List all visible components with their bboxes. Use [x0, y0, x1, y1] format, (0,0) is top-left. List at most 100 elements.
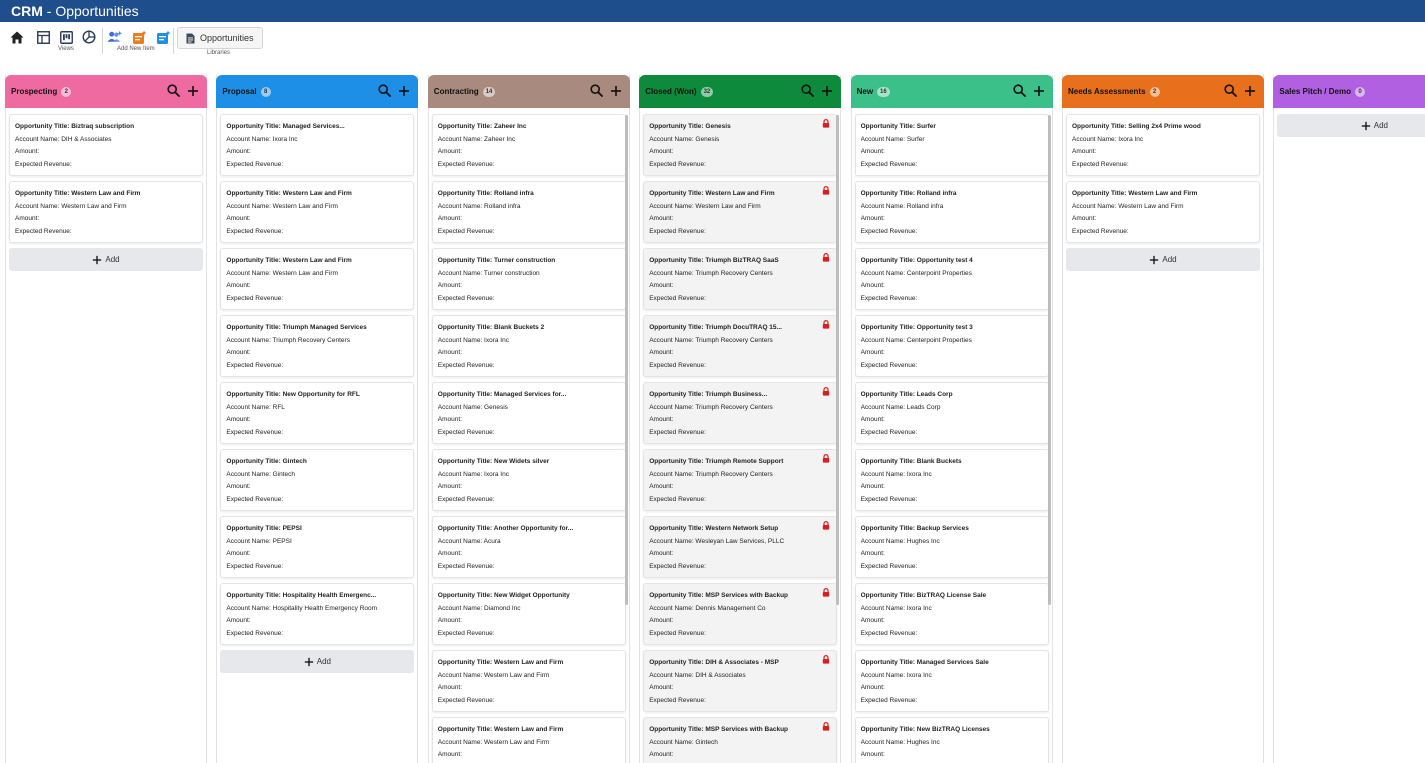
home-icon[interactable] — [9, 29, 25, 45]
opportunity-card[interactable]: Opportunity Title: New Widets silver Acco… — [431, 449, 626, 511]
search-icon[interactable] — [590, 84, 603, 97]
expected-revenue-field: Expected Revenue: — [860, 160, 918, 168]
opportunity-card[interactable]: Opportunity Title: Surfer Account Name: S… — [854, 114, 1049, 176]
opportunity-title: Opportunity Title: Surfer — [860, 123, 936, 130]
opportunity-card[interactable]: Opportunity Title: Leads Corp Account Nam… — [854, 382, 1049, 444]
opportunity-card[interactable]: Opportunity Title: BizTRAQ License Sale A… — [854, 583, 1049, 645]
opportunity-card[interactable]: Opportunity Title: Western Law and Firm A… — [220, 181, 415, 243]
opportunity-card[interactable]: Opportunity Title: Western Law and Firm A… — [1066, 181, 1260, 243]
expected-revenue-field: Expected Revenue: — [860, 495, 918, 503]
chart-view-icon[interactable] — [81, 29, 97, 45]
opportunity-card[interactable]: Opportunity Title: Managed Services... Ac… — [220, 114, 415, 176]
account-name: Account Name: Ixora Inc — [226, 135, 298, 143]
search-icon[interactable] — [378, 84, 392, 97]
opportunity-card[interactable]: Opportunity Title: Triumph DocuTRAQ 15..… — [643, 315, 838, 377]
opportunity-card[interactable]: Opportunity Title: MSP Services with Bac… — [643, 583, 838, 645]
opportunity-card[interactable]: Opportunity Title: Rolland infra Account … — [854, 181, 1049, 243]
opportunity-card[interactable]: Opportunity Title: Western Law and Firm A… — [220, 248, 415, 310]
add-icon[interactable] — [610, 85, 622, 97]
opportunity-card[interactable]: Opportunity Title: Backup Services Accoun… — [854, 516, 1049, 578]
opportunity-card[interactable]: Opportunity Title: Another Opportunity f… — [431, 516, 626, 578]
opportunity-card[interactable]: Opportunity Title: PEPSI Account Name: PE… — [220, 516, 415, 578]
add-icon[interactable] — [398, 85, 410, 97]
account-name: Account Name: Gintech — [226, 470, 296, 478]
add-card-button[interactable]: Add — [9, 248, 203, 271]
opportunity-title: Opportunity Title: New BizTRAQ Licenses — [860, 726, 990, 733]
amount-field: Amount: — [437, 483, 463, 490]
add-icon[interactable] — [821, 85, 833, 97]
amount-field: Amount: — [649, 215, 674, 222]
amount-field: Amount: — [649, 617, 674, 624]
add-icon[interactable] — [1033, 85, 1045, 97]
add-card-button[interactable]: Add — [1066, 248, 1260, 271]
opportunity-card[interactable]: Opportunity Title: Managed Services for.… — [431, 382, 626, 444]
account-name: Account Name: Turner construction — [437, 269, 540, 277]
amount-field: Amount: — [649, 148, 674, 155]
amount-field: Amount: — [437, 416, 463, 423]
opportunity-card[interactable]: Opportunity Title: Western Law and Firm A… — [431, 650, 626, 712]
opportunity-card[interactable]: Opportunity Title: Triumph Managed Servi… — [220, 315, 415, 377]
column-scrollbar[interactable] — [836, 115, 840, 605]
add-button-label: Add — [1162, 255, 1177, 264]
column-scrollbar[interactable] — [624, 115, 628, 605]
opportunity-card[interactable]: Opportunity Title: Hospitality Health Em… — [220, 583, 415, 645]
expected-revenue-field: Expected Revenue: — [226, 160, 284, 168]
opportunity-card[interactable]: Opportunity Title: Western Law and Firm A… — [431, 717, 626, 763]
opportunity-card[interactable]: Opportunity Title: DIH & Associates - MS… — [643, 650, 838, 712]
opportunity-card[interactable]: Opportunity Title: New Widget Opportunit… — [431, 583, 626, 645]
add-card-button[interactable]: Add — [220, 650, 415, 673]
search-icon[interactable] — [1012, 84, 1026, 97]
table-view-icon[interactable] — [35, 29, 51, 45]
opportunity-card[interactable]: Opportunity Title: Rolland infra Account … — [431, 181, 626, 243]
add-contact-icon[interactable] — [107, 29, 123, 45]
amount-field: Amount: — [15, 215, 40, 222]
opportunity-card[interactable]: Opportunity Title: Opportunity test 4 Acc… — [854, 248, 1049, 310]
account-name: Account Name: Triumph Recovery Centers — [649, 269, 773, 277]
account-name: Account Name: Hughes Inc — [860, 537, 940, 545]
opportunity-card[interactable]: Opportunity Title: MSP Services with Bac… — [643, 717, 838, 763]
opportunity-card[interactable]: Opportunity Title: Biztraq subscription A… — [9, 114, 203, 176]
search-icon[interactable] — [801, 84, 815, 97]
add-document-icon[interactable] — [155, 29, 171, 45]
search-icon[interactable] — [1224, 84, 1237, 97]
expected-revenue-field: Expected Revenue: — [226, 562, 284, 570]
opportunity-card[interactable]: Opportunity Title: Selling 2x4 Prime woo… — [1066, 114, 1260, 176]
column-scrollbar[interactable] — [1047, 115, 1051, 605]
account-name: Account Name: Triumph Recovery Centers — [649, 336, 773, 344]
expected-revenue-field: Expected Revenue: — [649, 160, 706, 168]
amount-field: Amount: — [860, 416, 885, 423]
expected-revenue-field: Expected Revenue: — [1072, 160, 1129, 168]
opportunity-card[interactable]: Opportunity Title: Blank Buckets 2 Accoun… — [431, 315, 626, 377]
account-name: Account Name: Genesis — [437, 403, 508, 411]
amount-field: Amount: — [437, 282, 463, 289]
opportunity-card[interactable]: Opportunity Title: Opportunity test 3 Acc… — [854, 315, 1049, 377]
expected-revenue-field: Expected Revenue: — [15, 227, 72, 235]
opportunity-card[interactable]: Opportunity Title: Genesis Account Name: … — [643, 114, 838, 176]
board-view-icon[interactable] — [58, 29, 74, 45]
opportunity-title: Opportunity Title: Western Law and Firm — [226, 257, 352, 264]
opportunity-card[interactable]: Opportunity Title: Triumph Business... Ac… — [643, 382, 838, 444]
amount-field: Amount: — [437, 684, 463, 691]
opportunity-card[interactable]: Opportunity Title: Western Law and Firm A… — [9, 181, 203, 243]
opportunity-card[interactable]: Opportunity Title: Western Law and Firm A… — [643, 181, 838, 243]
account-name: Account Name: Hospitality Health Emergen… — [226, 604, 378, 612]
opportunities-library-button[interactable]: Opportunities — [177, 27, 263, 49]
add-card-button[interactable]: Add — [1277, 114, 1425, 137]
opportunity-card[interactable]: Opportunity Title: Turner construction Ac… — [431, 248, 626, 310]
opportunity-card[interactable]: Opportunity Title: New Opportunity for R… — [220, 382, 415, 444]
column-count-badge: 32 — [700, 86, 714, 97]
amount-field: Amount: — [1072, 215, 1097, 222]
opportunity-card[interactable]: Opportunity Title: Triumph Remote Suppor… — [643, 449, 838, 511]
opportunity-card[interactable]: Opportunity Title: Gintech Account Name: … — [220, 449, 415, 511]
opportunity-card[interactable]: Opportunity Title: Managed Services Sale… — [854, 650, 1049, 712]
opportunity-card[interactable]: Opportunity Title: New BizTRAQ Licenses A… — [854, 717, 1049, 763]
search-icon[interactable] — [167, 84, 180, 97]
opportunity-card[interactable]: Opportunity Title: Triumph BizTRAQ SaaS A… — [643, 248, 838, 310]
add-icon[interactable] — [187, 85, 199, 97]
add-icon[interactable] — [1244, 85, 1256, 97]
add-opportunity-icon[interactable] — [131, 29, 147, 45]
amount-field: Amount: — [226, 282, 251, 289]
opportunity-card[interactable]: Opportunity Title: Western Network Setup… — [643, 516, 838, 578]
opportunity-card[interactable]: Opportunity Title: Blank Buckets Account … — [854, 449, 1049, 511]
opportunity-card[interactable]: Opportunity Title: Zaheer Inc Account Nam… — [431, 114, 626, 176]
